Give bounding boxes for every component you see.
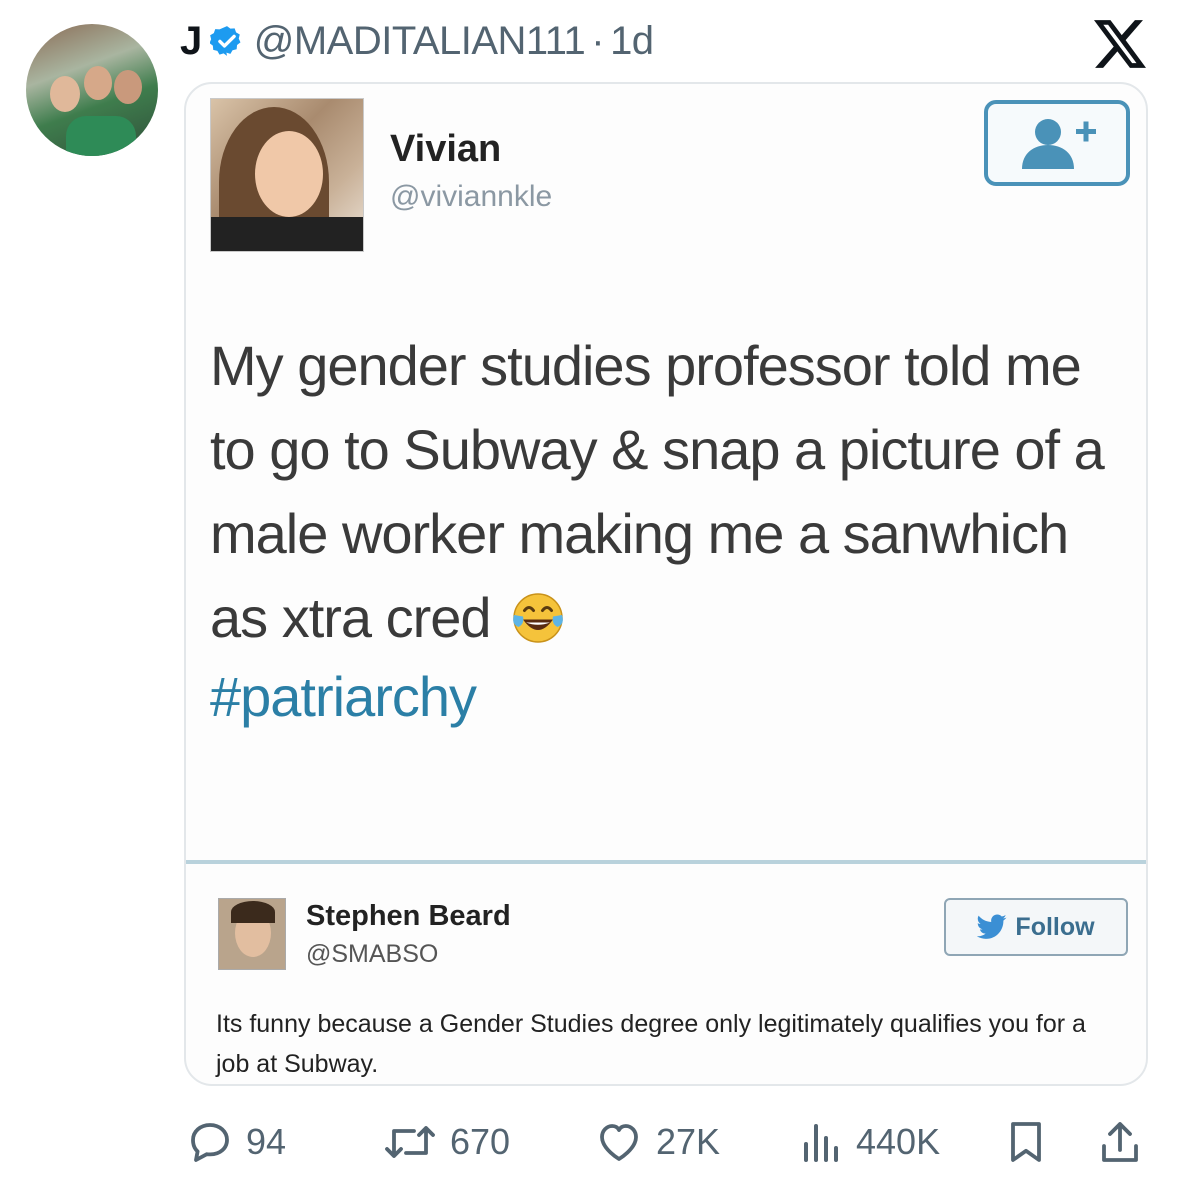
follow-label: Follow [1015,912,1095,941]
vivian-avatar [210,98,364,252]
x-logo-icon [1094,20,1146,68]
hashtag-patriarchy: #patriarchy [210,665,477,728]
reply-icon [191,1123,229,1162]
share-icon [1102,1122,1138,1162]
repost-action[interactable]: 670 [382,1112,510,1172]
face-with-tears-of-joy-icon [513,593,563,643]
share-button[interactable] [1098,1112,1154,1172]
add-user-button [984,100,1130,186]
bookmark-button[interactable] [1004,1112,1060,1172]
views-action[interactable]: 440K [800,1112,940,1172]
avatar-person [114,70,142,104]
avatar-person [50,76,80,112]
author-name[interactable]: J [180,19,202,64]
bookmark-icon [1011,1122,1041,1162]
views-count: 440K [856,1121,941,1162]
reply-count: 94 [246,1121,287,1162]
avatar-shirt [211,217,363,251]
heart-icon [600,1124,638,1161]
tweet-body: My gender studies professor told me to g… [210,334,1105,649]
embedded-screenshot-card[interactable]: Vivian @viviannkle My gender studies pro… [184,82,1148,1086]
add-user-icon [1022,119,1096,169]
embedded-author-handle: @viviannkle [390,180,553,213]
twitter-bird-icon [977,914,1007,939]
avatar-hair [231,901,275,923]
stephen-avatar [218,898,286,970]
author-handle[interactable]: @MADITALIAN111 [254,19,586,64]
embedded-tweet-text: My gender studies professor told me to g… [210,324,1110,660]
reply-author-name: Stephen Beard [306,900,511,932]
avatar-person [84,66,112,100]
avatar-face [255,131,323,217]
embedded-author-name: Vivian [390,128,502,170]
post-header: J @MADITALIAN111 · 1d [180,18,654,64]
like-action[interactable]: 27K [594,1112,720,1172]
section-divider [186,860,1146,864]
like-count: 27K [656,1121,721,1162]
reply-action[interactable]: 94 [186,1112,286,1172]
reply-author-handle: @SMABSO [306,940,439,968]
action-bar: 94 670 27K 440K [0,1112,1178,1172]
reply-text: Its funny because a Gender Studies degre… [216,1010,1086,1078]
verified-badge-icon [209,26,241,56]
follow-button: Follow [944,898,1128,956]
author-avatar[interactable] [26,24,158,156]
post-time[interactable]: 1d [610,19,654,64]
separator-dot: · [591,18,605,63]
repost-count: 670 [450,1121,511,1162]
avatar-shirt [66,116,136,156]
repost-icon [385,1126,435,1158]
views-chart-icon [804,1124,838,1162]
